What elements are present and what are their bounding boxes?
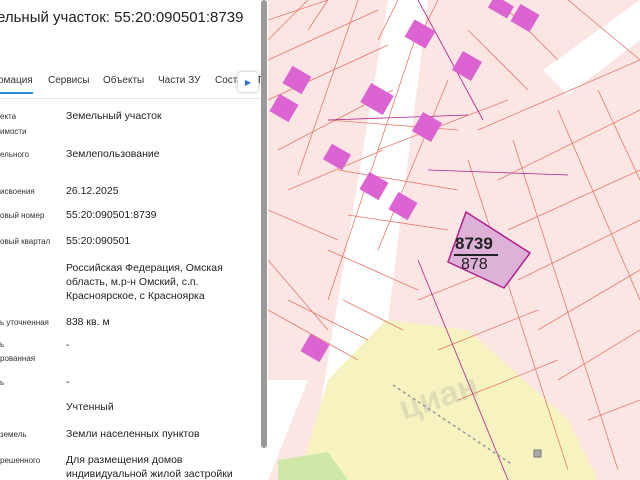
- prop-label-cadastral-number: овый номер: [0, 211, 45, 220]
- prop-value-status: Учтенный: [66, 401, 114, 413]
- prop-value-declared-area: -: [66, 339, 70, 351]
- prop-value-land-category: Земли населенных пунктов: [66, 428, 200, 440]
- parcel-number-label: 8739: [455, 234, 493, 253]
- prop-value-address: Российская Федерация, Омская область, м.…: [66, 262, 223, 302]
- tab-objects[interactable]: Объекты: [103, 75, 144, 86]
- tab-services[interactable]: Сервисы: [48, 75, 89, 86]
- tabs-divider: [0, 98, 262, 99]
- prop-value-cadastral-number: 55:20:090501:8739: [66, 209, 157, 221]
- prop-value-type: Земельный участок: [66, 110, 162, 122]
- prop-label-declared-area: ь рованная: [0, 340, 36, 363]
- panel-title: ельный участок: 55:20:090501:8739: [0, 9, 244, 26]
- prop-value-area: 838 кв. м: [66, 316, 110, 328]
- prop-label-permitted-use: решенного: [0, 456, 41, 465]
- map-marker: [533, 449, 542, 458]
- tabs-scroll-right-button[interactable]: ▶: [238, 72, 258, 92]
- prop-value-permitted-use: Для размещения домов индивидуальной жило…: [66, 454, 233, 480]
- panel-scrollbar[interactable]: [261, 0, 267, 448]
- prop-label-other-area: ь: [0, 378, 5, 387]
- prop-value-other-area: -: [66, 376, 70, 388]
- prop-value-kind: Землепользование: [66, 148, 160, 160]
- prop-label-kind: ельного: [0, 150, 30, 159]
- prop-label-type: екта имости: [0, 112, 27, 136]
- tab-information[interactable]: омация: [0, 75, 33, 86]
- tab-parts[interactable]: Части ЗУ: [158, 75, 200, 86]
- chevron-right-icon: ▶: [244, 77, 252, 87]
- tab-bar: омация Сервисы Объекты Части ЗУ Соста Г …: [0, 70, 263, 94]
- prop-value-cadastral-quarter: 55:20:090501: [66, 235, 131, 247]
- info-panel: ельный участок: 55:20:090501:8739 омация…: [0, 0, 268, 480]
- active-tab-indicator: [0, 92, 33, 94]
- prop-label-date: исвоения: [0, 187, 35, 196]
- parcel-area-label: 878: [461, 256, 488, 273]
- prop-label-cadastral-quarter: овый квартал: [0, 237, 51, 246]
- prop-label-land-category: земель: [0, 430, 27, 439]
- prop-label-area: ь уточненная: [0, 318, 49, 327]
- prop-value-date: 26.12.2025: [66, 185, 119, 197]
